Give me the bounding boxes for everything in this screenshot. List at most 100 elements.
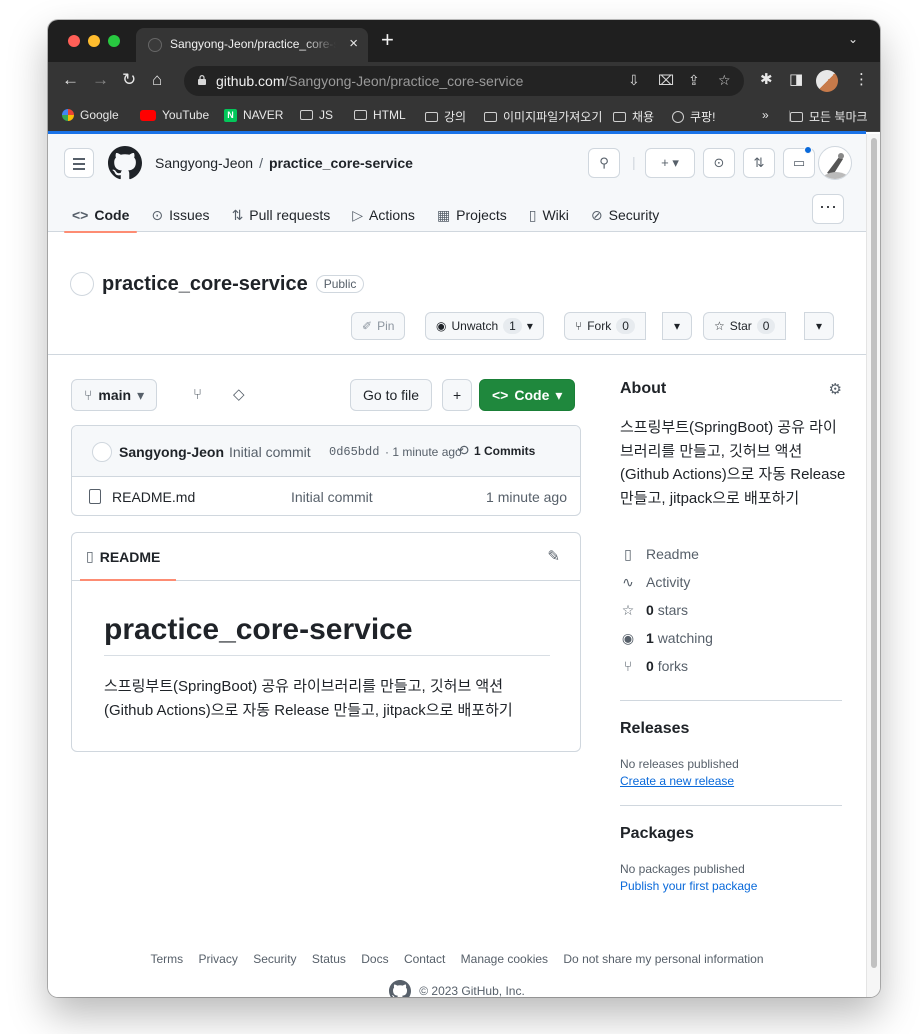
close-window-button[interactable] [68,35,80,47]
user-avatar[interactable] [818,146,852,180]
gear-icon[interactable]: ⚙ [829,380,842,398]
branch-selector[interactable]: ⑂ main ▾ [71,379,158,411]
owner-avatar[interactable] [70,272,94,296]
bookmark-youtube[interactable]: YouTube [140,108,209,122]
share-icon[interactable]: ⇪ [688,72,700,89]
table-row[interactable]: README.md Initial commit 1 minute ago [72,477,580,515]
readme-tab[interactable]: ▯ README [86,548,160,565]
watching-count: 1 [646,630,654,646]
search-button[interactable]: ⚲ [588,148,620,178]
page-scrollbar[interactable] [866,134,880,997]
footer-link-docs[interactable]: Docs [361,952,388,966]
tab-code[interactable]: <> Code [64,198,138,233]
tab-security[interactable]: ⊘ Security [583,198,667,232]
unwatch-button[interactable]: ◉ Unwatch 1 ▾ [425,312,544,340]
github-logo-icon[interactable] [108,146,142,180]
hamburger-menu-button[interactable] [64,148,94,178]
file-name[interactable]: README.md [112,489,195,505]
footer-link-contact[interactable]: Contact [404,952,445,966]
file-commit-message[interactable]: Initial commit [291,489,373,505]
bookmark-all-folder[interactable]: 모든 북마크 [790,108,868,125]
tab-search-chevron-icon[interactable]: ⌄ [848,32,858,46]
scrollbar-thumb[interactable] [871,138,877,968]
commit-author-avatar[interactable] [92,442,112,462]
bookmark-lecture[interactable]: 강의 [425,108,466,125]
footer-link-security[interactable]: Security [253,952,296,966]
pull-requests-button[interactable]: ⇅ [743,148,775,178]
chevron-down-icon: ▾ [555,386,563,403]
reload-icon[interactable]: ↻ [122,70,136,90]
star-button[interactable]: ☆ Star 0 [703,312,787,340]
tab-label: Projects [456,207,507,223]
branches-icon[interactable]: ⑂ [193,386,202,403]
commit-sha[interactable]: 0d65bdd [329,445,379,459]
activity-link[interactable]: ∿ Activity [620,568,713,596]
star-dropdown-button[interactable]: ▾ [804,312,834,340]
address-bar[interactable]: github.com/Sangyong-Jeon/practice_core-s… [184,66,744,96]
create-release-link[interactable]: Create a new release [620,774,734,788]
repo-header: Sangyong-Jeon / practice_core-service ⚲ | … [48,134,866,233]
packages-title[interactable]: Packages [620,825,694,843]
bookmarks-overflow-chevron[interactable]: » [762,108,769,122]
footer-link-terms[interactable]: Terms [150,952,183,966]
tab-actions[interactable]: ▷ Actions [344,198,423,232]
create-new-button[interactable]: + ▾ [645,148,695,178]
commit-author[interactable]: Sangyong-Jeon [119,444,224,460]
browser-menu-icon[interactable]: ⋮ [854,71,869,89]
code-button[interactable]: <> Code ▾ [479,379,576,411]
forward-arrow-icon[interactable]: → [92,70,109,90]
bookmark-jobs[interactable]: 채용 [613,108,654,125]
stars-label: stars [657,602,689,618]
bookmark-coupang[interactable]: 쿠팡! [672,108,715,125]
bookmark-image-fetch[interactable]: 이미지파일가져오기 [484,108,602,125]
forks-link[interactable]: ⑂ 0 forks [620,652,713,680]
fork-button[interactable]: ⑂ Fork 0 [564,312,646,340]
breadcrumb-repo[interactable]: practice_core-service [269,155,413,171]
side-panel-icon[interactable]: ◨ [789,71,803,89]
pencil-icon[interactable]: ✎ [547,547,560,565]
chevron-down-icon: ▾ [137,386,145,403]
tab-projects[interactable]: ▦ Projects [429,198,515,232]
tag-icon[interactable]: ◇ [233,385,245,403]
tab-close-icon[interactable]: × [349,35,358,52]
more-options-button[interactable]: ··· [812,194,844,224]
bookmark-google[interactable]: Google [62,108,119,122]
extensions-icon[interactable]: ✱ [760,71,773,89]
bookmark-naver[interactable]: N NAVER [224,108,283,122]
new-tab-button[interactable]: + [381,29,394,51]
tab-issues[interactable]: ⊙ Issues [143,198,217,232]
github-logo-icon[interactable] [389,980,412,997]
footer-link-status[interactable]: Status [312,952,346,966]
fork-dropdown-button[interactable]: ▾ [662,312,692,340]
breadcrumb-owner[interactable]: Sangyong-Jeon [155,155,253,171]
bookmark-star-icon[interactable]: ☆ [718,72,731,89]
readme-link[interactable]: ▯ Readme [620,540,713,568]
pin-button[interactable]: ✐ Pin [351,312,406,340]
bookmark-js[interactable]: JS [300,108,333,122]
browser-tab[interactable]: Sangyong-Jeon/practice_core-service × [136,28,368,62]
stars-link[interactable]: ☆ 0 stars [620,596,713,624]
bookmark-html[interactable]: HTML [354,108,406,122]
add-file-button[interactable]: + [442,379,473,411]
commits-link[interactable]: 1 Commits [474,444,535,458]
footer-link-privacy[interactable]: Privacy [199,952,238,966]
issues-button[interactable]: ⊙ [703,148,735,178]
go-to-file-button[interactable]: Go to file [350,379,433,411]
home-icon[interactable]: ⌂ [152,70,162,90]
back-arrow-icon[interactable]: ← [62,70,79,90]
publish-package-link[interactable]: Publish your first package [620,879,757,893]
install-app-icon[interactable]: ⇩ [628,72,640,89]
tab-wiki[interactable]: ▯ Wiki [521,198,577,232]
minimize-window-button[interactable] [88,35,100,47]
bookmark-label: YouTube [162,108,210,122]
profile-avatar[interactable] [816,70,838,92]
translate-icon[interactable]: ⌧ [658,72,674,89]
maximize-window-button[interactable] [108,35,120,47]
footer-link-manage-cookies[interactable]: Manage cookies [461,952,548,966]
footer-link-do-not-share[interactable]: Do not share my personal information [563,952,763,966]
commit-message[interactable]: Initial commit [229,444,311,460]
releases-title[interactable]: Releases [620,720,689,738]
tab-pull-requests[interactable]: ⇅ Pull requests [224,198,339,232]
watching-link[interactable]: ◉ 1 watching [620,624,713,652]
repo-name[interactable]: practice_core-service [102,273,308,296]
